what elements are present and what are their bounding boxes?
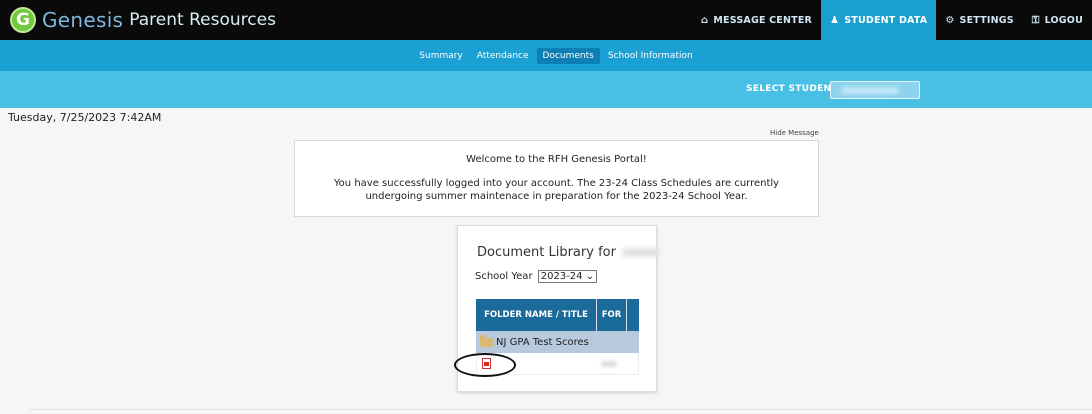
nav-settings[interactable]: ⚙ SETTINGS [936,0,1022,40]
nav-logout[interactable]: ⚿ LOGOU [1023,0,1092,40]
lock-icon: ⚿ [1031,14,1040,26]
nav-label: LOGOU [1044,14,1083,26]
table-header: FOLDER NAME / TITLE FOR [476,299,639,331]
genesis-logo-icon: G [10,7,36,33]
highlight-circle-annotation [454,353,516,377]
gear-icon: ⚙ [945,14,955,26]
nav-label: STUDENT DATA [844,14,928,26]
welcome-body: You have successfully logged into your a… [333,178,780,202]
school-year-select[interactable]: 2023-24 ⌄ [537,270,598,283]
tab-attendance[interactable]: Attendance [471,48,535,64]
tab-documents[interactable]: Documents [536,47,600,64]
school-year: School Year 2023-24 ⌄ [475,270,598,283]
column-header-empty [627,299,639,331]
student-select-bar: SELECT STUDENT: [0,71,1092,108]
tab-summary[interactable]: Summary [413,48,469,64]
table-row[interactable]: NJ GPA Test Scores [476,331,639,353]
folder-icon [480,334,493,347]
top-bar: G Genesis Parent Resources ⌂ MESSAGE CEN… [0,0,1092,40]
home-icon: ⌂ [701,14,709,26]
column-header-folder-name[interactable]: FOLDER NAME / TITLE [476,299,597,331]
brand-name: Genesis [42,8,124,32]
logo-letter: G [16,9,30,30]
brand-suffix: Parent Resources [129,10,276,30]
column-header-for[interactable]: FOR [597,299,627,331]
sub-nav: Summary Attendance Documents School Info… [0,40,1092,71]
nav-message-center[interactable]: ⌂ MESSAGE CENTER [692,0,821,40]
current-datetime: Tuesday, 7/25/2023 7:42AM [8,111,162,124]
school-year-value: 2023-24 [540,271,583,282]
document-library-title-text: Document Library for [477,245,616,260]
student-select[interactable] [830,81,920,99]
redacted-for-value [601,360,617,367]
document-library-title: Document Library for [477,245,660,260]
redacted-student-name [841,87,899,94]
nav-student-data[interactable]: ♟ STUDENT DATA [821,0,937,40]
top-nav: ⌂ MESSAGE CENTER ♟ STUDENT DATA ⚙ SETTIN… [692,0,1092,40]
select-student-label: SELECT STUDENT: [746,84,842,94]
chevron-down-icon: ⌄ [585,271,595,282]
tab-school-information[interactable]: School Information [602,48,699,64]
brand[interactable]: G Genesis Parent Resources [10,6,276,34]
users-icon: ♟ [830,14,840,26]
school-year-label: School Year [475,271,533,282]
footer-divider [30,409,1092,410]
redacted-student-name [621,248,660,257]
welcome-title: Welcome to the RFH Genesis Portal! [466,154,647,165]
nav-label: MESSAGE CENTER [713,14,813,26]
folder-name: NJ GPA Test Scores [496,336,589,348]
hide-message-link[interactable]: Hide Message [770,129,819,137]
welcome-message: Welcome to the RFH Genesis Portal! You h… [294,140,819,217]
nav-label: SETTINGS [959,14,1014,26]
